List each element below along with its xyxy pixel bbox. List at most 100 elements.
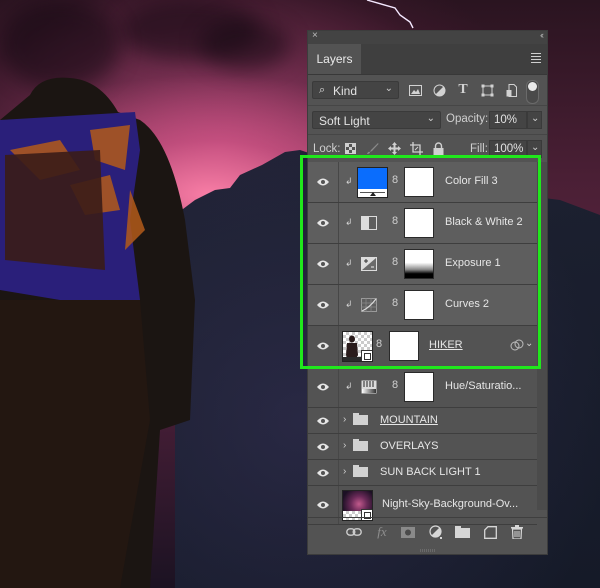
fill-input[interactable]: 100% bbox=[489, 140, 527, 158]
layer-row-curves-2[interactable]: ↲ 8 Curves 2 bbox=[308, 285, 537, 326]
close-panel-icon[interactable]: × bbox=[312, 30, 318, 41]
fill-label: Fill: bbox=[470, 143, 488, 155]
layers-scrollbar[interactable] bbox=[537, 162, 547, 510]
new-layer-icon[interactable] bbox=[482, 525, 498, 539]
lock-artboard-icon[interactable] bbox=[410, 142, 423, 155]
layer-group-mountain[interactable]: › MOUNTAIN bbox=[308, 408, 537, 434]
visibility-toggle[interactable] bbox=[308, 434, 339, 459]
visibility-toggle[interactable] bbox=[308, 367, 339, 407]
adjustment-layer-filter-icon[interactable] bbox=[432, 83, 446, 97]
visibility-toggle[interactable] bbox=[308, 460, 339, 485]
opacity-slider-dropdown[interactable]: ⌄ bbox=[527, 111, 542, 129]
layer-row-exposure-1[interactable]: ↲ 8 Exposure 1 bbox=[308, 244, 537, 285]
eye-icon bbox=[317, 260, 329, 268]
layer-name[interactable]: MOUNTAIN bbox=[380, 414, 438, 426]
lock-all-icon[interactable] bbox=[432, 142, 445, 155]
collapse-panel-icon[interactable]: ‹‹ bbox=[540, 30, 544, 40]
filter-kind-label: Kind bbox=[333, 84, 358, 98]
layer-name[interactable]: OVERLAYS bbox=[380, 440, 439, 452]
lock-transparent-pixels-icon[interactable] bbox=[344, 142, 357, 155]
layers-list: ↲ 8 Color Fill 3 ↲ 8 Black & White 2 ↲ 8… bbox=[308, 162, 537, 525]
chevron-down-icon: ⌄ bbox=[384, 83, 393, 94]
blend-row: Soft Light ⌄ Opacity: 10% ⌄ bbox=[308, 106, 547, 135]
lock-row: Lock: Fill: 100% ⌄ bbox=[308, 135, 547, 164]
blend-mode-value: Soft Light bbox=[319, 114, 370, 128]
layer-row-hiker[interactable]: 8 HIKER ⌄ bbox=[308, 326, 537, 367]
layer-group-sun-back-light-1[interactable]: › SUN BACK LIGHT 1 bbox=[308, 460, 537, 486]
chevron-down-icon: ⌄ bbox=[426, 113, 435, 124]
layer-mask-thumbnail[interactable] bbox=[404, 372, 434, 402]
layer-mask-thumbnail[interactable] bbox=[404, 167, 434, 197]
expand-group-chevron-icon[interactable]: › bbox=[343, 414, 346, 425]
eye-icon bbox=[317, 469, 329, 476]
fill-slider-dropdown[interactable]: ⌄ bbox=[527, 140, 542, 158]
link-layers-icon[interactable] bbox=[346, 525, 362, 539]
layer-style-fx-icon[interactable]: fx bbox=[374, 524, 390, 539]
layer-row-hue-saturation[interactable]: ↲ 8 Hue/Saturatio... bbox=[308, 367, 537, 408]
visibility-toggle[interactable] bbox=[308, 285, 339, 325]
search-icon: ⌕ bbox=[319, 84, 326, 96]
layer-mask-thumbnail[interactable] bbox=[404, 249, 434, 279]
layer-name[interactable]: Hue/Saturatio... bbox=[445, 380, 521, 392]
filter-kind-dropdown[interactable]: ⌕ Kind ⌄ bbox=[312, 81, 399, 99]
layer-group-overlays[interactable]: › OVERLAYS bbox=[308, 434, 537, 460]
folder-icon bbox=[353, 465, 368, 477]
panel-resize-grip[interactable] bbox=[420, 549, 436, 552]
black-white-adjustment-icon[interactable] bbox=[361, 216, 377, 230]
shape-layer-filter-icon[interactable] bbox=[480, 83, 494, 97]
pixel-layer-filter-icon[interactable] bbox=[408, 83, 422, 97]
layer-mask-thumbnail[interactable] bbox=[404, 290, 434, 320]
blending-options-icon[interactable] bbox=[510, 339, 524, 351]
curves-adjustment-icon[interactable] bbox=[361, 298, 377, 312]
chain-link-icon[interactable]: 8 bbox=[376, 338, 382, 350]
filter-toggle[interactable] bbox=[526, 80, 539, 104]
chain-link-icon[interactable]: 8 bbox=[392, 379, 398, 391]
layer-row-black-white-2[interactable]: ↲ 8 Black & White 2 bbox=[308, 203, 537, 244]
add-mask-icon[interactable] bbox=[400, 525, 416, 539]
delete-layer-icon[interactable] bbox=[509, 525, 525, 539]
clipping-mask-icon: ↲ bbox=[345, 176, 353, 186]
panel-titlebar[interactable]: × ‹‹ bbox=[308, 30, 547, 44]
eye-icon bbox=[317, 178, 329, 186]
hiker-thumbnail[interactable] bbox=[342, 331, 373, 362]
new-adjustment-layer-icon[interactable] bbox=[428, 525, 444, 539]
expand-group-chevron-icon[interactable]: › bbox=[343, 440, 346, 451]
chain-link-icon[interactable]: 8 bbox=[392, 297, 398, 309]
color-fill-thumbnail[interactable] bbox=[357, 167, 388, 198]
opacity-input[interactable]: 10% bbox=[489, 111, 527, 129]
chain-link-icon[interactable]: 8 bbox=[392, 215, 398, 227]
layer-row-color-fill-3[interactable]: ↲ 8 Color Fill 3 bbox=[308, 162, 537, 203]
visibility-toggle[interactable] bbox=[308, 408, 339, 433]
expand-effects-chevron-icon[interactable]: ⌄ bbox=[525, 338, 533, 349]
new-group-icon[interactable] bbox=[454, 525, 470, 539]
layer-name[interactable]: Exposure 1 bbox=[445, 257, 501, 269]
type-layer-filter-icon[interactable]: T bbox=[456, 82, 470, 97]
lock-image-pixels-icon[interactable] bbox=[366, 142, 379, 155]
smart-object-filter-icon[interactable] bbox=[504, 83, 518, 97]
chain-link-icon[interactable]: 8 bbox=[392, 256, 398, 268]
visibility-toggle[interactable] bbox=[308, 162, 339, 202]
chevron-down-icon: ⌄ bbox=[531, 113, 540, 124]
panel-menu-icon[interactable] bbox=[531, 53, 541, 65]
opacity-label: Opacity: bbox=[446, 113, 489, 125]
visibility-toggle[interactable] bbox=[308, 203, 339, 243]
layer-name[interactable]: Curves 2 bbox=[445, 298, 489, 310]
layer-name[interactable]: HIKER bbox=[429, 339, 463, 351]
tab-layers[interactable]: Layers bbox=[308, 44, 361, 74]
layer-name[interactable]: Black & White 2 bbox=[445, 216, 523, 228]
exposure-adjustment-icon[interactable] bbox=[361, 257, 377, 271]
hiker-figure bbox=[0, 77, 195, 588]
layer-name[interactable]: Color Fill 3 bbox=[445, 175, 498, 187]
layer-mask-thumbnail[interactable] bbox=[389, 331, 419, 361]
layer-mask-thumbnail[interactable] bbox=[404, 208, 434, 238]
visibility-toggle[interactable] bbox=[308, 244, 339, 284]
filter-row: ⌕ Kind ⌄ T bbox=[308, 75, 547, 106]
blend-mode-dropdown[interactable]: Soft Light ⌄ bbox=[312, 111, 441, 129]
visibility-toggle[interactable] bbox=[308, 326, 339, 366]
lock-position-icon[interactable] bbox=[388, 142, 401, 155]
layer-name[interactable]: Night-Sky-Background-Ov... bbox=[382, 498, 518, 510]
expand-group-chevron-icon[interactable]: › bbox=[343, 466, 346, 477]
chain-link-icon[interactable]: 8 bbox=[392, 174, 398, 186]
hue-saturation-adjustment-icon[interactable] bbox=[361, 380, 377, 394]
layer-name[interactable]: SUN BACK LIGHT 1 bbox=[380, 466, 481, 478]
